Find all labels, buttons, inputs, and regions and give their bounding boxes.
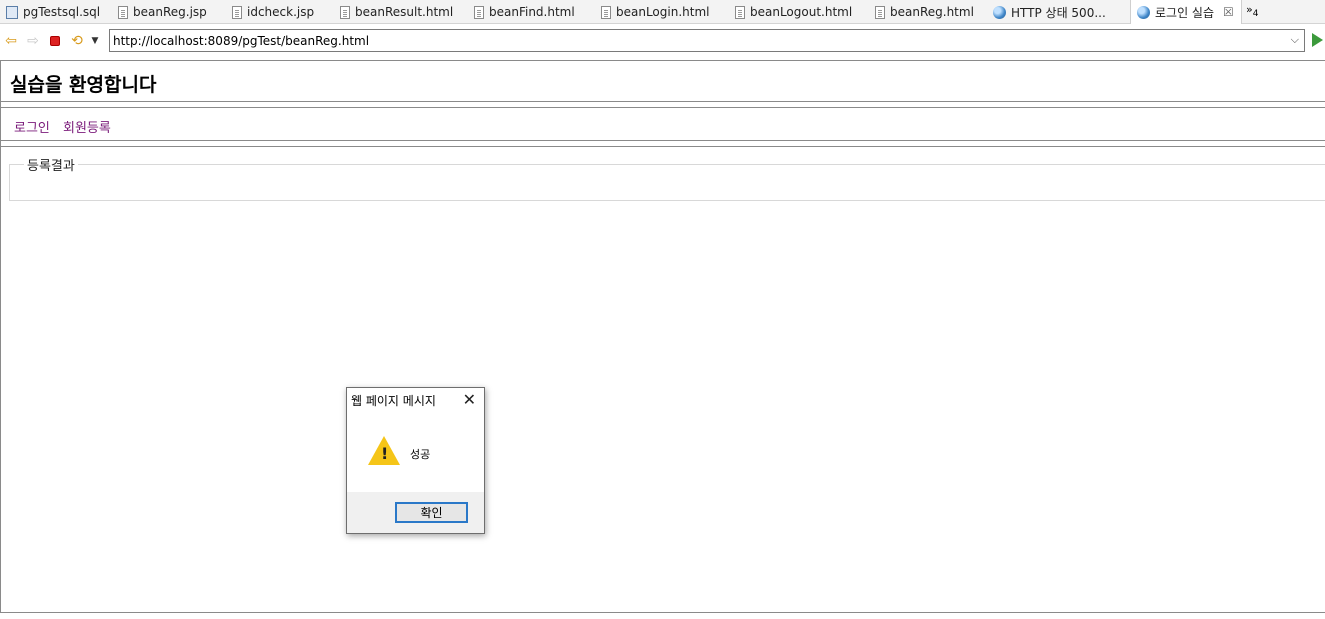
browser-toolbar: ⇦ ⇨ ⟲ ▼ http://localhost:8089/pgTest/bea… [0,25,1325,57]
close-icon[interactable]: ✕ [463,390,476,409]
login-link[interactable]: 로그인 [14,117,50,136]
tab-overflow-button[interactable]: » 4 [1242,0,1262,24]
forward-arrow-icon[interactable]: ⇨ [22,30,44,52]
url-text: http://localhost:8089/pgTest/beanReg.htm… [113,33,370,48]
back-arrow-icon[interactable]: ⇦ [0,30,22,52]
tab-idcheck-jsp[interactable]: idcheck.jsp [222,0,330,24]
dialog-message: 성공 [410,448,431,461]
globe-icon [993,5,1006,19]
page-title: 실습을 환영합니다 [10,74,157,96]
tab-login-practice[interactable]: 로그인 실습 ☒ [1130,0,1242,24]
browser-viewport: 실습을 환영합니다 로그인 회원등록 등록결과 [0,60,1325,613]
tab-beanreg-html[interactable]: beanReg.html [865,0,987,24]
database-file-icon [6,5,18,19]
tab-label: beanFind.html [489,5,575,19]
menu-frame: 로그인 회원등록 [1,107,1325,141]
url-input[interactable]: http://localhost:8089/pgTest/beanReg.htm… [109,29,1305,52]
tab-http-500[interactable]: HTTP 상태 500... [987,0,1130,24]
stop-button[interactable] [44,30,66,52]
file-icon [875,5,885,19]
go-icon[interactable] [1312,33,1323,47]
title-frame: 실습을 환영합니다 [1,61,1325,102]
result-legend: 등록결과 [27,159,75,174]
warning-exclamation: ! [381,444,389,463]
tab-label: beanLogout.html [750,5,853,19]
ok-button[interactable]: 확인 [395,502,468,523]
file-icon [474,5,484,19]
overflow-chevron-icon: » [1246,3,1253,16]
tab-label: beanReg.html [890,5,974,19]
tab-label: beanLogin.html [616,5,710,19]
stop-icon [50,36,60,46]
file-icon [118,5,128,19]
tab-label: idcheck.jsp [247,5,315,19]
tab-label: pgTestsql.sql [23,5,101,19]
file-icon [340,5,350,19]
url-dropdown-icon[interactable]: ⌵ [1291,33,1299,47]
file-icon [735,5,745,19]
editor-tab-bar: pgTestsql.sql beanReg.jsp idcheck.jsp be… [0,0,1325,24]
globe-icon [1137,5,1150,19]
alert-dialog: 웹 페이지 메시지 ✕ ! 성공 확인 [346,387,485,534]
refresh-icon[interactable]: ⟲ [66,30,88,52]
refresh-dropdown-icon[interactable]: ▼ [88,30,102,52]
result-fieldset: 등록결과 [9,155,1325,201]
tab-beanresult-html[interactable]: beanResult.html [330,0,464,24]
tab-beanlogin-html[interactable]: beanLogin.html [591,0,725,24]
tab-label: 로그인 실습 [1155,5,1215,20]
dialog-footer: 확인 [347,492,484,533]
tab-beanfind-html[interactable]: beanFind.html [464,0,591,24]
overflow-count: 4 [1252,9,1259,19]
tab-label: HTTP 상태 500... [1011,5,1106,20]
main-frame: 등록결과 [1,146,1325,613]
dialog-title: 웹 페이지 메시지 [351,394,436,408]
tab-pgtestsql[interactable]: pgTestsql.sql [0,0,108,24]
close-tab-icon[interactable]: ☒ [1223,5,1234,19]
tab-beanreg-jsp[interactable]: beanReg.jsp [108,0,222,24]
tab-beanlogout-html[interactable]: beanLogout.html [725,0,865,24]
file-icon [232,5,242,19]
tab-label: beanReg.jsp [133,5,207,19]
file-icon [601,5,611,19]
register-link[interactable]: 회원등록 [63,117,111,136]
tab-label: beanResult.html [355,5,454,19]
